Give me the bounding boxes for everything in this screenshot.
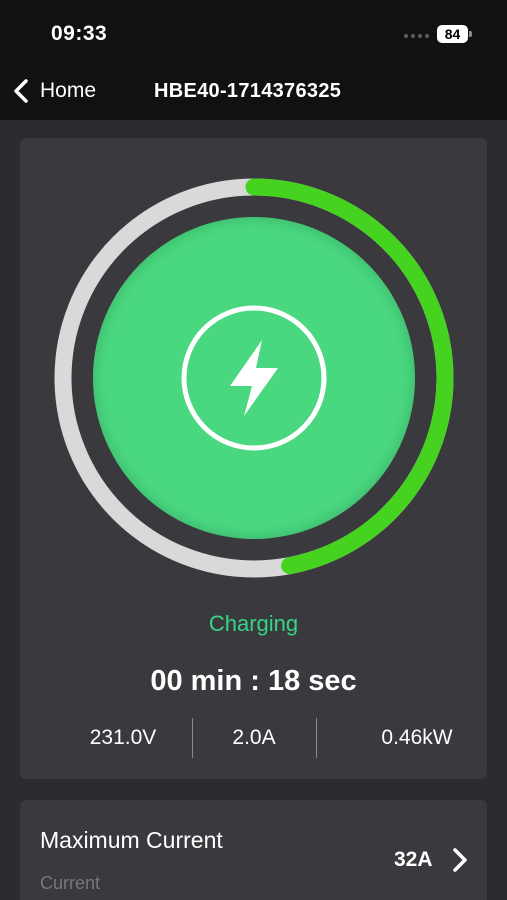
charging-status: Charging	[208, 611, 299, 636]
metric-divider	[316, 718, 317, 758]
status-bar: 09:33 84	[0, 0, 507, 62]
metrics-row: 231.0V 2.0A 0.46kW	[20, 718, 487, 758]
page-title: HBE40-1714376325	[154, 80, 342, 102]
charging-timer: 00 min : 18 sec	[150, 665, 357, 697]
power-value: 0.46kW	[381, 726, 453, 749]
battery-cap	[469, 31, 472, 37]
setting-subtitle: Current	[40, 873, 101, 893]
cellular-signal-icon	[404, 34, 429, 38]
back-label: Home	[40, 79, 97, 102]
battery-icon: 84	[437, 25, 468, 43]
charging-card: Charging 00 min : 18 sec 231.0V 2.0A 0.4…	[20, 138, 487, 779]
setting-value: 32A	[394, 848, 433, 871]
setting-title: Maximum Current	[40, 827, 223, 853]
back-button[interactable]: Home	[10, 76, 96, 106]
max-current-setting[interactable]: Maximum Current Current 32A	[20, 800, 487, 900]
chevron-left-icon	[14, 79, 28, 103]
current-value: 2.0A	[232, 726, 276, 749]
voltage-value: 231.0V	[89, 726, 157, 749]
nav-bar: Home HBE40-1714376325	[0, 62, 507, 120]
status-time: 09:33	[51, 22, 108, 45]
chevron-right-icon	[453, 848, 467, 872]
lightning-bolt-icon	[181, 305, 327, 451]
